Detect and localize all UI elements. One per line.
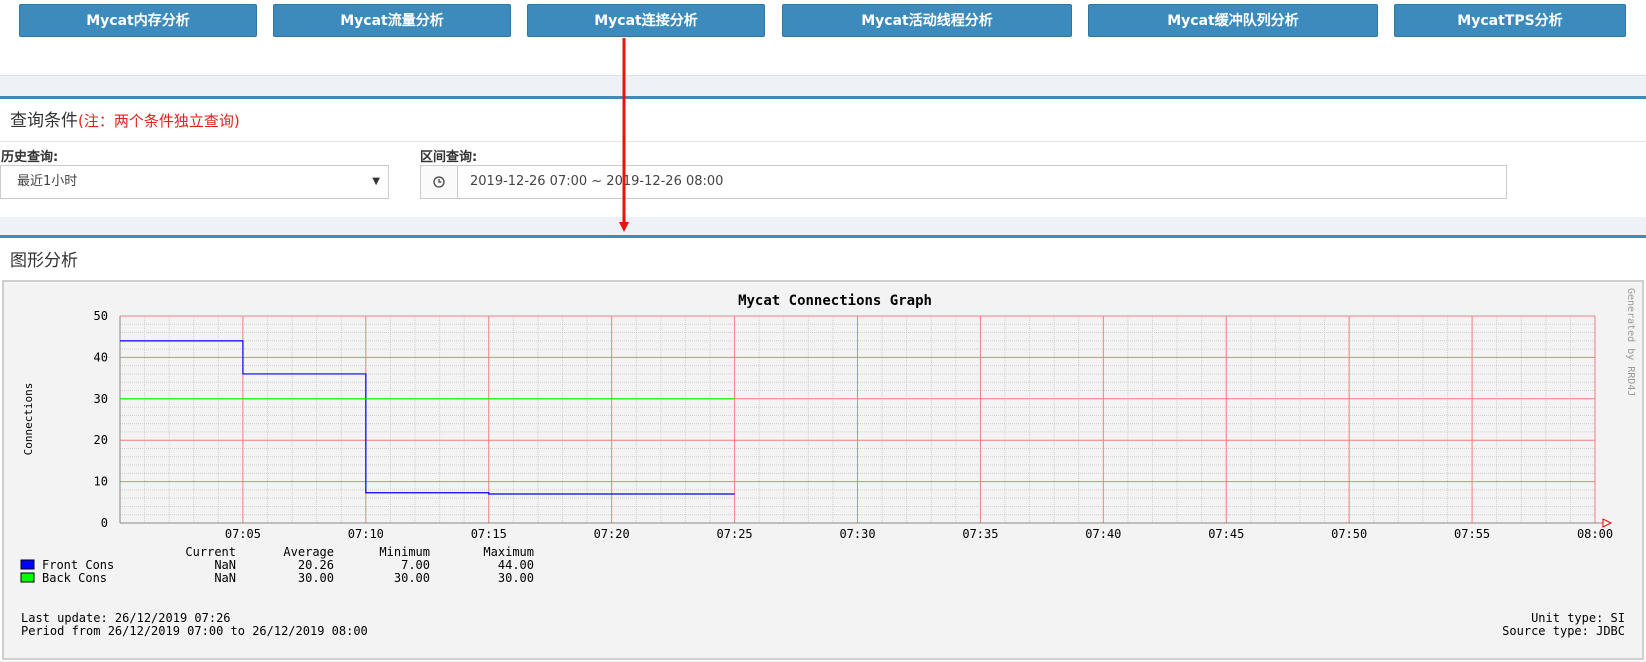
legend-header: Average xyxy=(283,545,334,559)
x-tick-label: 07:40 xyxy=(1085,527,1121,541)
y-tick-label: 40 xyxy=(94,350,108,364)
y-tick-label: 30 xyxy=(94,392,108,406)
tab-active-thread-analysis[interactable]: Mycat活动线程分析 xyxy=(782,4,1072,37)
x-axis-arrow xyxy=(1602,518,1613,528)
x-tick-label: 07:55 xyxy=(1454,527,1490,541)
footer-source-type: Source type: JDBC xyxy=(1502,624,1625,638)
legend-stat-maximum: 30.00 xyxy=(498,571,534,585)
x-tick-label: 07:10 xyxy=(348,527,384,541)
range-query-input[interactable]: 2019-12-26 07:00 ~ 2019-12-26 08:00 xyxy=(420,165,1507,199)
x-tick-label: 07:05 xyxy=(225,527,261,541)
legend-header: Maximum xyxy=(483,545,534,559)
series-line-front-cons xyxy=(120,340,735,495)
graph-panel: 图形分析 Mycat Connections Graph Connections… xyxy=(0,235,1646,661)
tab-traffic-analysis[interactable]: Mycat流量分析 xyxy=(273,4,511,37)
legend-header: Current xyxy=(185,545,236,559)
clock-icon xyxy=(421,166,458,198)
query-title-text: 查询条件 xyxy=(10,111,78,131)
chart-watermark: Generated by RRD4J xyxy=(1625,288,1636,396)
tab-buffer-queue-analysis[interactable]: Mycat缓冲队列分析 xyxy=(1088,4,1378,37)
history-query-select[interactable]: 最近1小时 ▼ xyxy=(0,165,389,199)
x-tick-label: 07:50 xyxy=(1331,527,1367,541)
graph-panel-title: 图形分析 xyxy=(10,251,78,271)
x-tick-label: 07:15 xyxy=(471,527,507,541)
chevron-down-icon: ▼ xyxy=(372,176,380,187)
history-query-label: 历史查询: xyxy=(1,150,59,165)
tab-memory-analysis[interactable]: Mycat内存分析 xyxy=(19,4,257,37)
query-panel: 查询条件(注：两个条件独立查询) 历史查询: 区间查询: 最近1小时 ▼ 201… xyxy=(0,96,1646,217)
footer-period: Period from 26/12/2019 07:00 to 26/12/20… xyxy=(21,624,368,638)
tab-tps-analysis[interactable]: MycatTPS分析 xyxy=(1394,4,1626,37)
legend-series-name: Front Cons xyxy=(42,558,114,572)
y-tick-label: 50 xyxy=(94,309,108,323)
range-query-value: 2019-12-26 07:00 ~ 2019-12-26 08:00 xyxy=(470,174,724,189)
y-tick-label: 10 xyxy=(94,475,108,489)
x-tick-label: 07:25 xyxy=(717,527,753,541)
tab-connection-analysis[interactable]: Mycat连接分析 xyxy=(527,4,765,37)
legend-stat-current: NaN xyxy=(214,571,236,585)
panel-divider xyxy=(0,141,1646,142)
legend-stat-minimum: 7.00 xyxy=(401,558,430,572)
legend-swatch xyxy=(20,572,35,583)
legend-stat-average: 20.26 xyxy=(298,558,334,572)
legend-swatch xyxy=(20,559,35,570)
legend-header: Minimum xyxy=(379,545,430,559)
chart-title: Mycat Connections Graph xyxy=(738,293,932,309)
query-panel-title: 查询条件(注：两个条件独立查询) xyxy=(10,106,240,131)
legend-stat-maximum: 44.00 xyxy=(498,558,534,572)
x-tick-label: 07:45 xyxy=(1208,527,1244,541)
legend-stat-current: NaN xyxy=(214,558,236,572)
x-tick-label: 07:20 xyxy=(594,527,630,541)
legend-stat-average: 30.00 xyxy=(298,571,334,585)
y-tick-label: 0 xyxy=(101,516,108,530)
footer-unit-type: Unit type: SI xyxy=(1531,611,1625,625)
footer-last-update: Last update: 26/12/2019 07:26 xyxy=(21,611,231,625)
y-tick-label: 20 xyxy=(94,433,108,447)
chart-y-axis-label: Connections xyxy=(22,383,35,456)
query-note: (注：两个条件独立查询) xyxy=(78,112,240,130)
connections-chart: Mycat Connections Graph Connections Gene… xyxy=(20,288,1636,638)
x-tick-label: 08:00 xyxy=(1577,527,1613,541)
legend-series-name: Back Cons xyxy=(42,571,107,585)
range-query-label: 区间查询: xyxy=(420,150,478,165)
legend-stat-minimum: 30.00 xyxy=(394,571,430,585)
connections-chart-frame: Mycat Connections Graph Connections Gene… xyxy=(2,280,1644,660)
history-query-value: 最近1小时 xyxy=(17,174,78,189)
analysis-tab-bar: Mycat内存分析 Mycat流量分析 Mycat连接分析 Mycat活动线程分… xyxy=(0,0,1646,76)
x-tick-label: 07:30 xyxy=(839,527,875,541)
x-tick-label: 07:35 xyxy=(962,527,998,541)
